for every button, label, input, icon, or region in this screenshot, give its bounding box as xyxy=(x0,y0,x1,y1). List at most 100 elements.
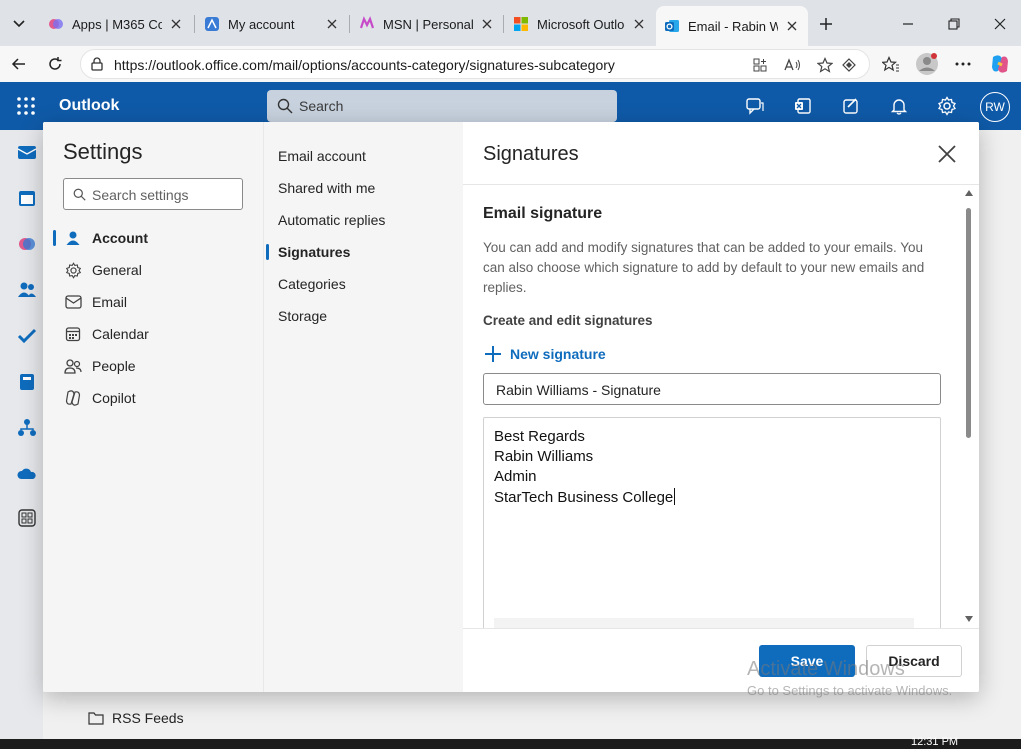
browser-tab[interactable]: My account xyxy=(196,9,348,39)
settings-category-calendar[interactable]: Calendar xyxy=(43,318,263,350)
org-explorer-icon[interactable] xyxy=(17,418,37,438)
close-icon[interactable] xyxy=(168,16,184,32)
plus-icon xyxy=(820,18,832,30)
signature-name-input[interactable] xyxy=(496,380,926,400)
gear-icon xyxy=(64,261,82,279)
app-launcher-icon[interactable] xyxy=(16,96,36,116)
editor-formatting-toolbar[interactable] xyxy=(494,618,914,628)
app-available-icon[interactable] xyxy=(750,55,770,75)
browser-tab-bar: Apps | M365 Copilot My account MSN | Per… xyxy=(0,0,1021,46)
tab-actions-menu-button[interactable] xyxy=(6,10,32,36)
profile-button[interactable] xyxy=(913,50,941,78)
more-dots-icon xyxy=(955,62,971,66)
my-day-icon[interactable] xyxy=(839,94,863,118)
tab-label: My account xyxy=(228,16,295,32)
read-aloud-icon[interactable] xyxy=(783,55,803,75)
browser-tab[interactable]: Apps | M365 Copilot xyxy=(40,9,192,39)
signatures-content: Email signature You can add and modify s… xyxy=(463,185,979,628)
mail-app-icon[interactable] xyxy=(17,142,37,162)
url-bar[interactable]: https://outlook.office.com/mail/options/… xyxy=(80,49,870,79)
bookings-app-icon[interactable] xyxy=(17,372,37,392)
signature-line: Rabin Williams xyxy=(494,448,594,465)
teams-chat-icon[interactable] xyxy=(743,94,767,118)
browser-address-bar: https://outlook.office.com/mail/options/… xyxy=(0,46,1021,82)
close-icon[interactable] xyxy=(631,16,647,32)
scroll-up-icon[interactable] xyxy=(965,190,973,196)
new-signature-button[interactable]: New signature xyxy=(483,343,606,365)
settings-dialog: Settings Account General Email Calendar … xyxy=(43,122,979,692)
shield-icon[interactable] xyxy=(839,55,859,75)
new-tab-button[interactable] xyxy=(813,12,839,36)
settings-category-general[interactable]: General xyxy=(43,254,263,286)
settings-category-people[interactable]: People xyxy=(43,350,263,382)
scroll-down-icon[interactable] xyxy=(965,616,973,622)
settings-close-button[interactable] xyxy=(935,142,959,166)
close-icon[interactable] xyxy=(324,16,340,32)
category-label: Copilot xyxy=(92,390,136,406)
bell-icon[interactable] xyxy=(887,94,911,118)
office-apps-icon[interactable] xyxy=(791,94,815,118)
profile-avatar-icon xyxy=(916,53,938,75)
subcategory-shared-with-me[interactable]: Shared with me xyxy=(264,172,464,204)
subcategory-signatures[interactable]: Signatures xyxy=(264,236,464,268)
outlook-icon xyxy=(665,20,679,32)
microsoft-icon xyxy=(514,17,528,31)
browser-tab-active[interactable]: Email - Rabin Williams xyxy=(656,6,808,46)
scrollbar-thumb[interactable] xyxy=(966,208,971,438)
refresh-button[interactable] xyxy=(41,50,69,78)
people-app-icon[interactable] xyxy=(17,280,37,300)
close-icon[interactable] xyxy=(479,16,495,32)
calendar-app-icon[interactable] xyxy=(17,188,37,208)
close-icon xyxy=(994,18,1006,30)
settings-search-box[interactable] xyxy=(63,178,243,210)
outlook-search-box[interactable]: Search xyxy=(267,90,617,122)
m365-copilot-icon xyxy=(49,19,63,29)
copilot-button[interactable] xyxy=(986,50,1014,78)
taskbar-clock: 12:31 PM xyxy=(911,736,959,748)
onedrive-icon[interactable] xyxy=(17,464,37,484)
back-arrow-icon xyxy=(11,58,25,70)
subcategory-categories[interactable]: Categories xyxy=(264,268,464,300)
restore-button[interactable] xyxy=(939,10,969,38)
window-close-button[interactable] xyxy=(985,10,1015,38)
browser-tab[interactable]: MSN | Personalized xyxy=(351,9,503,39)
avatar[interactable]: RW xyxy=(980,92,1010,122)
restore-icon xyxy=(948,18,960,30)
subcategory-storage[interactable]: Storage xyxy=(264,300,464,332)
tab-separator xyxy=(194,15,195,33)
close-icon[interactable] xyxy=(784,18,800,34)
tab-separator xyxy=(349,15,350,33)
category-label: Email xyxy=(92,294,128,310)
minimize-button[interactable] xyxy=(893,10,923,38)
settings-category-email[interactable]: Email xyxy=(43,286,263,318)
m365-app-icon[interactable] xyxy=(17,234,37,254)
gear-icon[interactable] xyxy=(935,94,959,118)
calendar-icon xyxy=(64,325,82,343)
discard-button[interactable]: Discard xyxy=(866,645,962,677)
more-apps-icon[interactable] xyxy=(17,508,37,528)
settings-search-input[interactable] xyxy=(92,185,237,205)
folder-rss-feeds[interactable]: RSS Feeds xyxy=(88,710,184,726)
browser-tab[interactable]: Microsoft Outlook xyxy=(505,9,655,39)
todo-app-icon[interactable] xyxy=(17,326,37,346)
folder-label: RSS Feeds xyxy=(112,710,184,726)
subcategory-label: Shared with me xyxy=(278,180,376,196)
close-icon xyxy=(938,145,956,163)
subcategory-email-account[interactable]: Email account xyxy=(264,140,464,172)
outlook-brand[interactable]: Outlook xyxy=(59,97,119,115)
save-button[interactable]: Save xyxy=(759,645,855,677)
signature-name-field[interactable] xyxy=(483,373,941,405)
url-text[interactable]: https://outlook.office.com/mail/options/… xyxy=(114,57,615,73)
settings-category-copilot[interactable]: Copilot xyxy=(43,382,263,414)
settings-category-account[interactable]: Account xyxy=(43,222,263,254)
back-button[interactable] xyxy=(5,50,33,78)
signature-editor[interactable]: Best Regards Rabin Williams Admin StarTe… xyxy=(483,417,941,628)
search-icon xyxy=(277,98,293,114)
text-caret xyxy=(674,488,676,505)
favorites-button[interactable] xyxy=(877,50,905,78)
subcategory-automatic-replies[interactable]: Automatic replies xyxy=(264,204,464,236)
more-options-button[interactable] xyxy=(949,50,977,78)
favorite-star-icon[interactable] xyxy=(815,55,835,75)
search-icon xyxy=(73,188,86,201)
lock-icon[interactable] xyxy=(89,56,105,72)
